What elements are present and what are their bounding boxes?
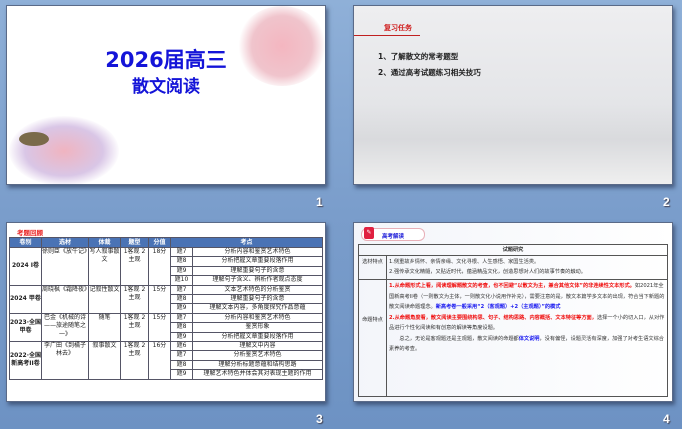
cell-question: 题7 bbox=[170, 284, 193, 296]
highlight-blue: 体文说明 bbox=[518, 335, 540, 342]
cell-question: 题8 bbox=[170, 322, 193, 333]
col-header: 卷别 bbox=[9, 237, 42, 248]
table-row: 2022·全国新高考II卷 李广田《到橘子林去》 叙事散文 1客观 2主观 16分 题6 理… bbox=[9, 341, 323, 380]
text: 总之，无论是客观题还是主观题，散文阅读的命题都 bbox=[399, 335, 519, 342]
cell-point: 分析内容和鉴赏艺术特色 bbox=[192, 246, 323, 258]
cell-score: 18分 bbox=[148, 247, 171, 286]
table-row: 2024 甲卷 周晓枫《霜降夜》 记叙性散文 1客观 2主观 15分 题7 文本艺术特色的分… bbox=[9, 284, 323, 314]
section-badge: ✎ 高考解读 bbox=[361, 227, 425, 241]
cell-paper: 2024 甲卷 bbox=[9, 284, 42, 314]
paragraph-1: 1.从命题形式上看，阅读理解题散文的考查，也不回避“以散文为主，兼合其他文体”的… bbox=[389, 281, 665, 313]
cell-question: 题9 bbox=[170, 369, 193, 380]
slide-subtitle: 散文阅读 bbox=[132, 77, 200, 97]
cell-paper: 2023·全国甲卷 bbox=[9, 312, 42, 343]
cell-source: 李广田《到橘子林去》 bbox=[41, 341, 89, 380]
slide-number-4: 4 bbox=[663, 412, 670, 426]
cell-question: 题6 bbox=[170, 341, 193, 352]
paragraph-2: 2.从命题角度看，散文阅读主要围绕构思、句子、结构思路、内容概括、文本特征等方面… bbox=[389, 313, 665, 334]
cell-point: 理解重要句子的含意 bbox=[192, 265, 323, 277]
col-header: 考点 bbox=[170, 237, 323, 248]
cell-question: 题7 bbox=[170, 312, 193, 324]
bird-image bbox=[19, 132, 49, 146]
slide-heading: 复习任务 bbox=[384, 24, 412, 32]
cell-point: 理解文中内容 bbox=[192, 341, 323, 352]
paragraph-3: 总之，无论是客观题还是主观题，散文阅读的命题都体文说明，没有偏怪，设题灵活有深度… bbox=[389, 334, 665, 355]
col-header: 分值 bbox=[148, 237, 171, 248]
cell-point: 理解句子含义、辨析作者观点态度 bbox=[192, 275, 323, 286]
slide-thumbnail-4[interactable]: ✎ 高考解读 试题研究 选材特点 1.侧重故乡情怀、亲情亲缘、文化寻根、人生感悟、… bbox=[353, 222, 673, 402]
cell-question: 题8 bbox=[170, 359, 193, 371]
cell-question: 题9 bbox=[170, 303, 193, 314]
task-item-1: 1、了解散文的常考题型 bbox=[378, 52, 459, 61]
slide-title: 2026届高三 bbox=[105, 48, 227, 72]
badge-label: 高考解读 bbox=[382, 234, 405, 240]
slide-thumbnail-1[interactable]: 2026届高三 散文阅读 bbox=[6, 5, 326, 185]
cell-question: 题9 bbox=[170, 265, 193, 277]
slide-number-3: 3 bbox=[316, 412, 323, 426]
cell-score: 15分 bbox=[148, 284, 171, 314]
cell-source: 巴金《机械的诗——旅途随笔之一》 bbox=[41, 312, 89, 343]
slide-thumbnail-3[interactable]: 考题回顾 卷别 选材 体裁 题型 分值 考点 2024 I卷 徐则臣《放牛记》 写人… bbox=[6, 222, 326, 402]
row-label: 选材特点 bbox=[358, 255, 387, 280]
cell-genre: 记叙性散文 bbox=[88, 284, 121, 314]
blossom-bird-image bbox=[9, 116, 119, 184]
cell-point: 鉴赏形象 bbox=[192, 322, 323, 333]
cell-genre: 写人叙事散文 bbox=[88, 247, 121, 286]
badge-icon: ✎ bbox=[364, 227, 374, 239]
exam-review-table: 卷别 选材 体裁 题型 分值 考点 2024 I卷 徐则臣《放牛记》 写人叙事散文 1… bbox=[9, 237, 323, 380]
cell-point: 理解文本内容，多角度探究作品意蕴 bbox=[192, 303, 323, 314]
table-row: 2024 I卷 徐则臣《放牛记》 写人叙事散文 1客观 2主观 18分 题7 分析内容和鉴赏… bbox=[9, 246, 323, 286]
row-label: 命题特点 bbox=[358, 279, 387, 397]
cell-type: 1客观 2主观 bbox=[120, 312, 149, 343]
cell-genre: 叙事散文 bbox=[88, 341, 121, 380]
col-header: 题型 bbox=[120, 237, 149, 248]
cell-score: 15分 bbox=[148, 312, 171, 343]
cell-paper: 2024 I卷 bbox=[9, 247, 42, 286]
text-line: 2.强传承文化精髓，又贴近时代，蕴涵精品文化，创造思想对人们的故事节奏的触动。 bbox=[389, 269, 586, 275]
cell-source: 徐则臣《放牛记》 bbox=[41, 247, 90, 286]
highlight-red: 2.从命题角度看，散文阅读主要围绕构思、句子、结构思路、内容概括、文本特征等方面… bbox=[389, 314, 597, 321]
highlight-blue: 新高考卷一般采用“2（客观题）+2（主观题）”的模式 bbox=[435, 304, 561, 310]
cell-question: 题7 bbox=[170, 246, 193, 258]
cell-type: 1客观 2主观 bbox=[120, 284, 149, 314]
slide-number-2: 2 bbox=[663, 195, 670, 209]
cell-question: 题8 bbox=[170, 256, 193, 267]
cell-point: 文本艺术特色的分析鉴赏 bbox=[192, 284, 323, 296]
cell-point: 理解分析标题意蕴和结构思路 bbox=[192, 359, 323, 371]
cell-question: 题8 bbox=[170, 294, 193, 305]
cell-point: 分析鉴赏艺术特色 bbox=[192, 350, 323, 361]
exam-analysis-table: 试题研究 选材特点 1.侧重故乡情怀、亲情亲缘、文化寻根、人生感悟、家国生活类。… bbox=[358, 244, 668, 397]
cell-question: 题7 bbox=[170, 350, 193, 361]
cell-score: 16分 bbox=[148, 341, 171, 380]
table-title: 试题研究 bbox=[358, 244, 668, 256]
col-header: 体裁 bbox=[88, 237, 121, 248]
task-item-2: 2、通过高考试题练习相关技巧 bbox=[378, 68, 481, 77]
cell-point: 分析把握文章重要段落作用 bbox=[192, 256, 323, 267]
cell-type: 1客观 2主观 bbox=[120, 247, 149, 286]
cell-point: 理解艺术特色并体会其对表现主题的作用 bbox=[192, 369, 323, 380]
cell-point: 分析内容和鉴赏艺术特色 bbox=[192, 312, 323, 324]
cell-source: 周晓枫《霜降夜》 bbox=[41, 284, 90, 314]
col-header: 选材 bbox=[41, 237, 89, 248]
slide-number-1: 1 bbox=[316, 195, 323, 209]
cell-type: 1客观 2主观 bbox=[120, 341, 149, 380]
cell-question: 题10 bbox=[170, 275, 193, 286]
text-line: 1.侧重故乡情怀、亲情亲缘、文化寻根、人生感悟、家国生活类。 bbox=[389, 259, 540, 265]
cell-paper: 2022·全国新高考II卷 bbox=[9, 341, 42, 380]
cell-point: 理解重要句子的含意 bbox=[192, 294, 323, 305]
cell-question: 题9 bbox=[170, 331, 193, 343]
heading-underline bbox=[354, 35, 420, 36]
highlight-red: 1.从命题形式上看，阅读理解题散文的考查，也不回避“以散文为主，兼合其他文体”的… bbox=[389, 283, 635, 289]
cell-point: 分析把握文章重要段落作用 bbox=[192, 331, 323, 343]
cell-genre: 随笔 bbox=[88, 312, 121, 343]
slide-heading: 考题回顾 bbox=[17, 229, 43, 237]
slide-thumbnail-2[interactable]: 复习任务 1、了解散文的常考题型 2、通过高考试题练习相关技巧 bbox=[353, 5, 673, 185]
table-row: 2023·全国甲卷 巴金《机械的诗——旅途随笔之一》 随笔 1客观 2主观 15分 题7 分… bbox=[9, 312, 323, 343]
